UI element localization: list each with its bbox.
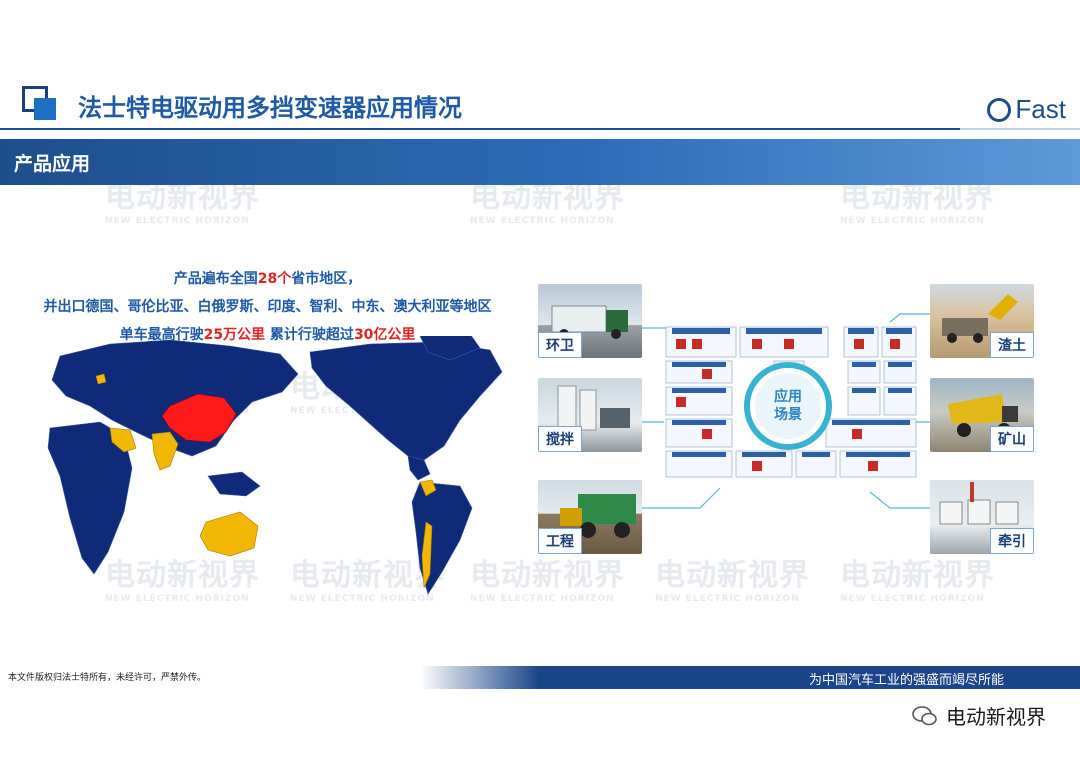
map-central-america: [407, 455, 431, 481]
watermark: 电动新视界NEW ELECTRIC HORIZON: [840, 558, 995, 604]
label-mining: 矿山: [990, 426, 1034, 452]
fast-logo-icon: [987, 97, 1012, 122]
label-muck: 渣土: [990, 332, 1034, 358]
footer-bar: 为中国汽车工业的强盛而竭尽所能: [420, 666, 1080, 689]
application-center-badge: 应用 场景: [744, 362, 832, 450]
center-label: 应用 场景: [774, 389, 802, 423]
copyright-notice: 本文件版权归法士特所有，未经许可，严禁外传。: [8, 673, 207, 683]
photo-tractor: 牵引: [930, 480, 1034, 554]
title-logo-icon: [22, 86, 56, 120]
photo-mining: 矿山: [930, 378, 1034, 452]
label-engineering: 工程: [538, 528, 582, 554]
label-mixing: 搅拌: [538, 426, 582, 452]
label-tractor: 牵引: [990, 528, 1034, 554]
map-south-america: [411, 481, 473, 595]
intro-line-2: 并出口德国、哥伦比亚、白俄罗斯、印度、智利、中东、澳大利亚等地区: [43, 299, 492, 315]
map-australia: [199, 511, 259, 557]
watermark: 电动新视界NEW ELECTRIC HORIZON: [655, 558, 810, 604]
slide: 电动新视界 NEW ELECTRIC HORIZON 电动新视界 NEW ELECT…: [0, 72, 1080, 689]
title-rule: [0, 128, 960, 130]
footer: 本文件版权归法士特所有，未经许可，严禁外传。 为中国汽车工业的强盛而竭尽所能: [0, 666, 1080, 689]
label-sanitation: 环卫: [538, 332, 582, 358]
map-se-asia-islands: [207, 471, 261, 497]
section-banner: 产品应用: [0, 139, 1080, 185]
wechat-account-name: 电动新视界: [946, 705, 1046, 729]
map-north-america: [309, 341, 503, 461]
page-title: 法士特电驱动用多挡变速器应用情况: [78, 94, 462, 122]
footer-slogan: 为中国汽车工业的强盛而竭尽所能: [808, 673, 1004, 688]
section-title: 产品应用: [14, 153, 91, 175]
wechat-icon: [912, 705, 937, 725]
wechat-account: 电动新视界: [912, 701, 1046, 730]
world-map: [47, 336, 503, 595]
brand-logo: Fast: [987, 94, 1066, 125]
photo-muck: 渣土: [930, 284, 1034, 358]
map-india: [151, 431, 179, 471]
title-rule-light: [960, 128, 1080, 130]
map-europe-exports: [95, 373, 107, 385]
intro-line-1: 产品遍布全国28个省市地区，: [173, 271, 362, 287]
